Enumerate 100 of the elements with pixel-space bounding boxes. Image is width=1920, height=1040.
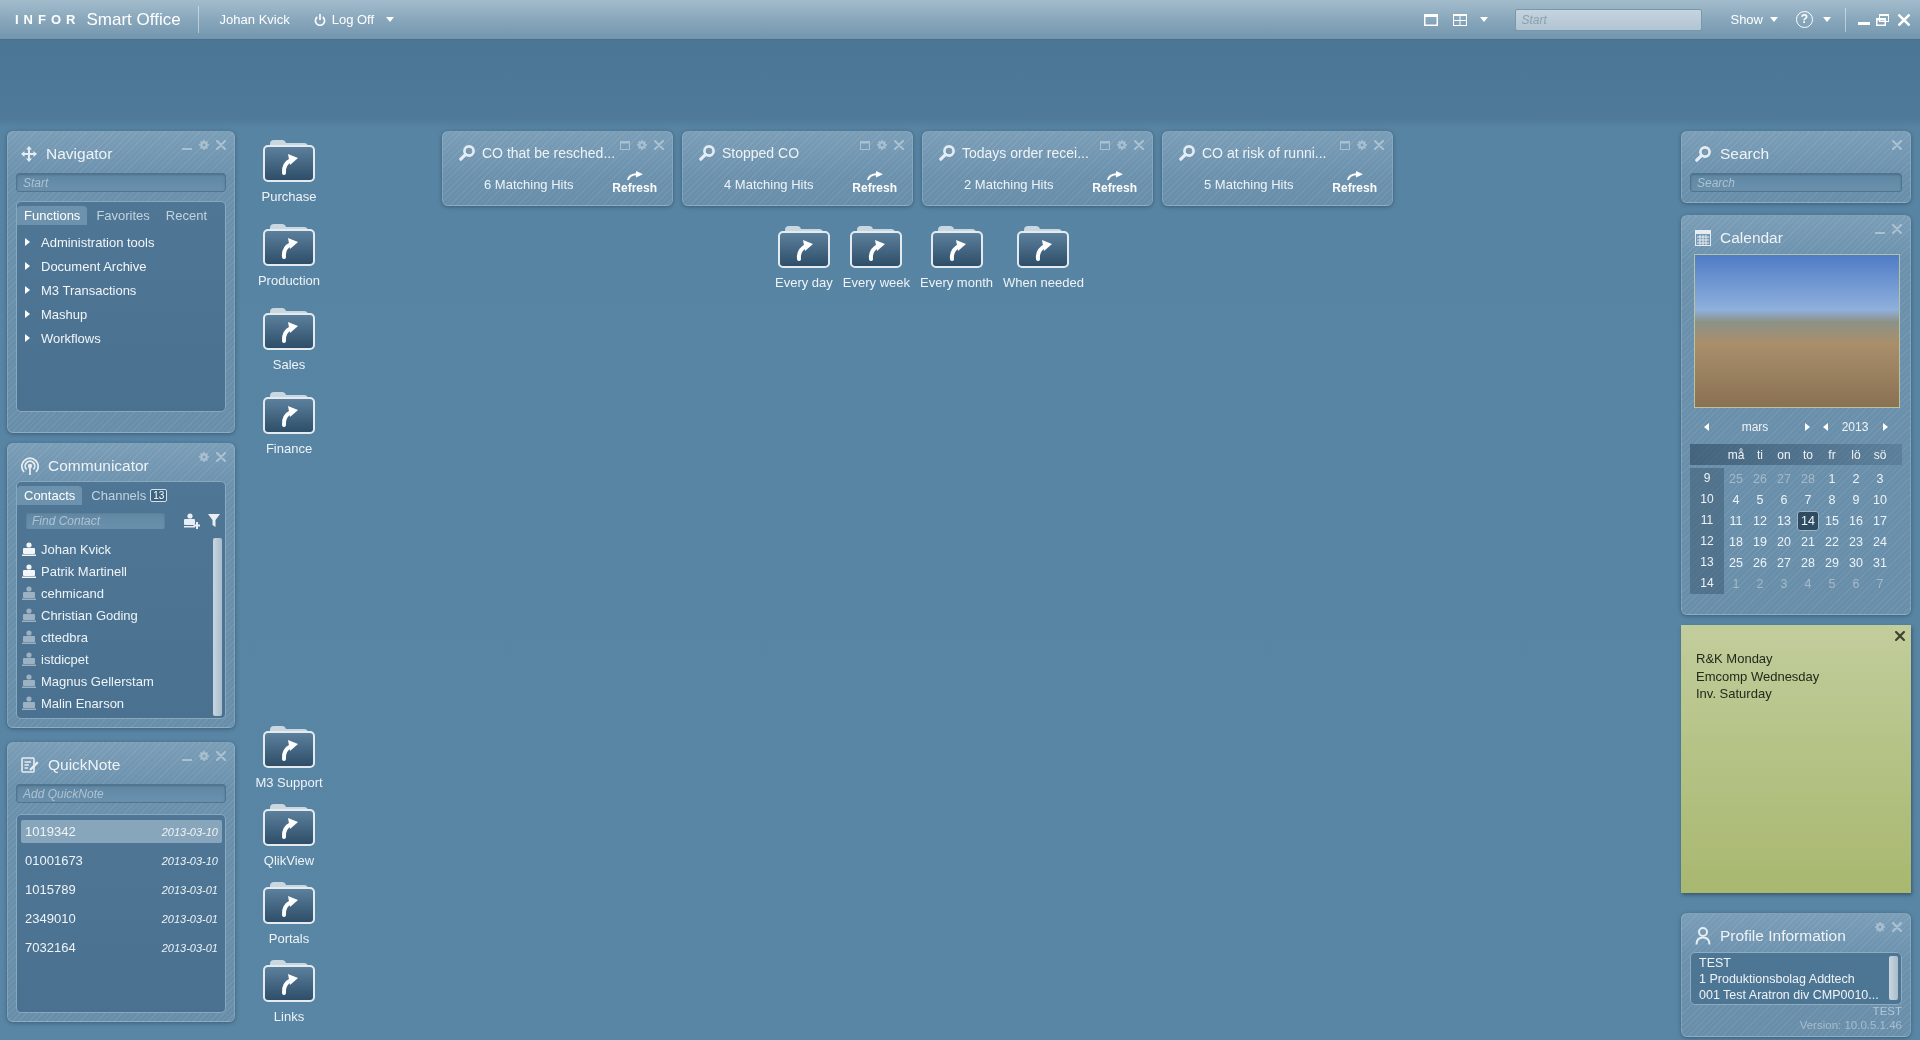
calendar-day[interactable]: 8: [1821, 489, 1843, 510]
window-icon[interactable]: [620, 141, 630, 150]
refresh-button[interactable]: Refresh: [1332, 171, 1377, 195]
refresh-button[interactable]: Refresh: [612, 171, 657, 195]
caret-down-icon[interactable]: [1480, 17, 1489, 22]
window-icon[interactable]: [1340, 141, 1350, 150]
calendar-day[interactable]: 3: [1869, 468, 1891, 489]
log-off-button[interactable]: Log Off: [313, 12, 375, 27]
minimize-icon[interactable]: [1858, 22, 1870, 25]
calendar-day[interactable]: 12: [1749, 510, 1771, 531]
settings-icon[interactable]: [1357, 140, 1367, 150]
close-icon[interactable]: [1895, 631, 1905, 641]
calendar-day[interactable]: 25: [1725, 468, 1747, 489]
tree-item[interactable]: Mashup: [17, 302, 225, 326]
calendar-day[interactable]: 24: [1869, 531, 1891, 552]
triangle-left-icon[interactable]: [1823, 423, 1828, 431]
triangle-left-icon[interactable]: [1704, 423, 1709, 431]
desktop-shortcut[interactable]: Every week: [842, 224, 910, 290]
calendar-day[interactable]: 14: [1797, 510, 1819, 531]
tab[interactable]: Functions: [17, 206, 88, 225]
calendar-day[interactable]: 4: [1797, 573, 1819, 594]
triangle-right-icon[interactable]: [1805, 423, 1810, 431]
calendar-day[interactable]: 25: [1725, 552, 1747, 573]
calendar-day[interactable]: 18: [1725, 531, 1747, 552]
calendar-day[interactable]: 31: [1869, 552, 1891, 573]
calendar-day[interactable]: 29: [1821, 552, 1843, 573]
desktop-shortcut[interactable]: Finance: [263, 390, 315, 456]
calendar-day[interactable]: 3: [1773, 573, 1795, 594]
calendar-day[interactable]: 10: [1869, 489, 1891, 510]
triangle-right-icon[interactable]: [1883, 423, 1888, 431]
tab[interactable]: Contacts: [17, 486, 83, 505]
calendar-day[interactable]: 28: [1797, 468, 1819, 489]
calendar-day[interactable]: 26: [1749, 468, 1771, 489]
contact-item[interactable]: Johan Kvick: [22, 538, 213, 560]
refresh-button[interactable]: Refresh: [852, 171, 897, 195]
calendar-day[interactable]: 7: [1869, 573, 1891, 594]
calendar-day[interactable]: 2: [1845, 468, 1867, 489]
calendar-day[interactable]: 19: [1749, 531, 1771, 552]
search-field[interactable]: Search: [1690, 173, 1902, 192]
refresh-button[interactable]: Refresh: [1092, 171, 1137, 195]
contact-item[interactable]: cehmicand: [22, 582, 213, 604]
calendar-day[interactable]: 6: [1773, 489, 1795, 510]
desktop-shortcut[interactable]: Purchase: [261, 138, 317, 204]
settings-icon[interactable]: [877, 140, 887, 150]
scrollbar[interactable]: [1889, 956, 1898, 1000]
calendar-day[interactable]: 1: [1821, 468, 1843, 489]
calendar-day[interactable]: 1: [1725, 573, 1747, 594]
desktop-shortcut[interactable]: M3 Support: [255, 724, 323, 790]
desktop-shortcut[interactable]: Sales: [263, 306, 315, 372]
grid-layout-icon[interactable]: [1453, 13, 1468, 26]
tree-item[interactable]: M3 Transactions: [17, 278, 225, 302]
calendar-day[interactable]: 27: [1773, 468, 1795, 489]
note-item[interactable]: 1015789 2013-03-01: [21, 878, 222, 901]
calendar-day[interactable]: 20: [1773, 531, 1795, 552]
minimize-icon[interactable]: [182, 148, 192, 150]
settings-icon[interactable]: [637, 140, 647, 150]
calendar-day[interactable]: 5: [1821, 573, 1843, 594]
note-item[interactable]: 1019342 2013-03-10: [21, 820, 222, 843]
calendar-day[interactable]: 11: [1725, 510, 1747, 531]
window-icon[interactable]: [860, 141, 870, 150]
minimize-icon[interactable]: [1875, 232, 1885, 234]
contact-item[interactable]: istdicpet: [22, 648, 213, 670]
search-field[interactable]: Start: [16, 173, 226, 192]
desktop-shortcut[interactable]: Every month: [920, 224, 993, 290]
contact-item[interactable]: Christian Goding: [22, 604, 213, 626]
calendar-day[interactable]: 28: [1797, 552, 1819, 573]
calendar-day[interactable]: 13: [1773, 510, 1795, 531]
desktop-shortcut[interactable]: QlikView: [263, 802, 315, 868]
settings-icon[interactable]: [199, 751, 209, 761]
calendar-day[interactable]: 27: [1773, 552, 1795, 573]
contact-item[interactable]: Patrik Martinell: [22, 560, 213, 582]
note-item[interactable]: 01001673 2013-03-10: [21, 849, 222, 872]
calendar-day[interactable]: 4: [1725, 489, 1747, 510]
contact-search-field[interactable]: Find Contact: [25, 511, 166, 530]
settings-icon[interactable]: [199, 140, 209, 150]
calendar-day[interactable]: 9: [1845, 489, 1867, 510]
settings-icon[interactable]: [1117, 140, 1127, 150]
add-user-icon[interactable]: [184, 512, 200, 529]
scrollbar[interactable]: [213, 538, 222, 716]
desktop-shortcut[interactable]: Portals: [263, 880, 315, 946]
caret-down-icon[interactable]: [1823, 17, 1831, 22]
calendar-day[interactable]: 26: [1749, 552, 1771, 573]
settings-icon[interactable]: [1875, 922, 1885, 932]
calendar-day[interactable]: 21: [1797, 531, 1819, 552]
tab[interactable]: Favorites: [89, 206, 157, 225]
calendar-day[interactable]: 2: [1749, 573, 1771, 594]
minimize-icon[interactable]: [182, 759, 192, 761]
calendar-day[interactable]: 23: [1845, 531, 1867, 552]
note-input-field[interactable]: Add QuickNote: [16, 784, 226, 803]
desktop-shortcut[interactable]: Every day: [775, 224, 833, 290]
desktop-shortcut[interactable]: Production: [257, 222, 321, 288]
note-item[interactable]: 7032164 2013-03-01: [21, 936, 222, 959]
tree-item[interactable]: Administration tools: [17, 230, 225, 254]
settings-icon[interactable]: [199, 452, 209, 462]
calendar-day[interactable]: 30: [1845, 552, 1867, 573]
desktop-shortcut[interactable]: When needed: [1003, 224, 1084, 290]
caret-down-icon[interactable]: [386, 17, 395, 22]
calendar-day[interactable]: 17: [1869, 510, 1891, 531]
desktop-shortcut[interactable]: Links: [263, 958, 315, 1024]
contact-item[interactable]: Magnus Gellerstam: [22, 670, 213, 692]
